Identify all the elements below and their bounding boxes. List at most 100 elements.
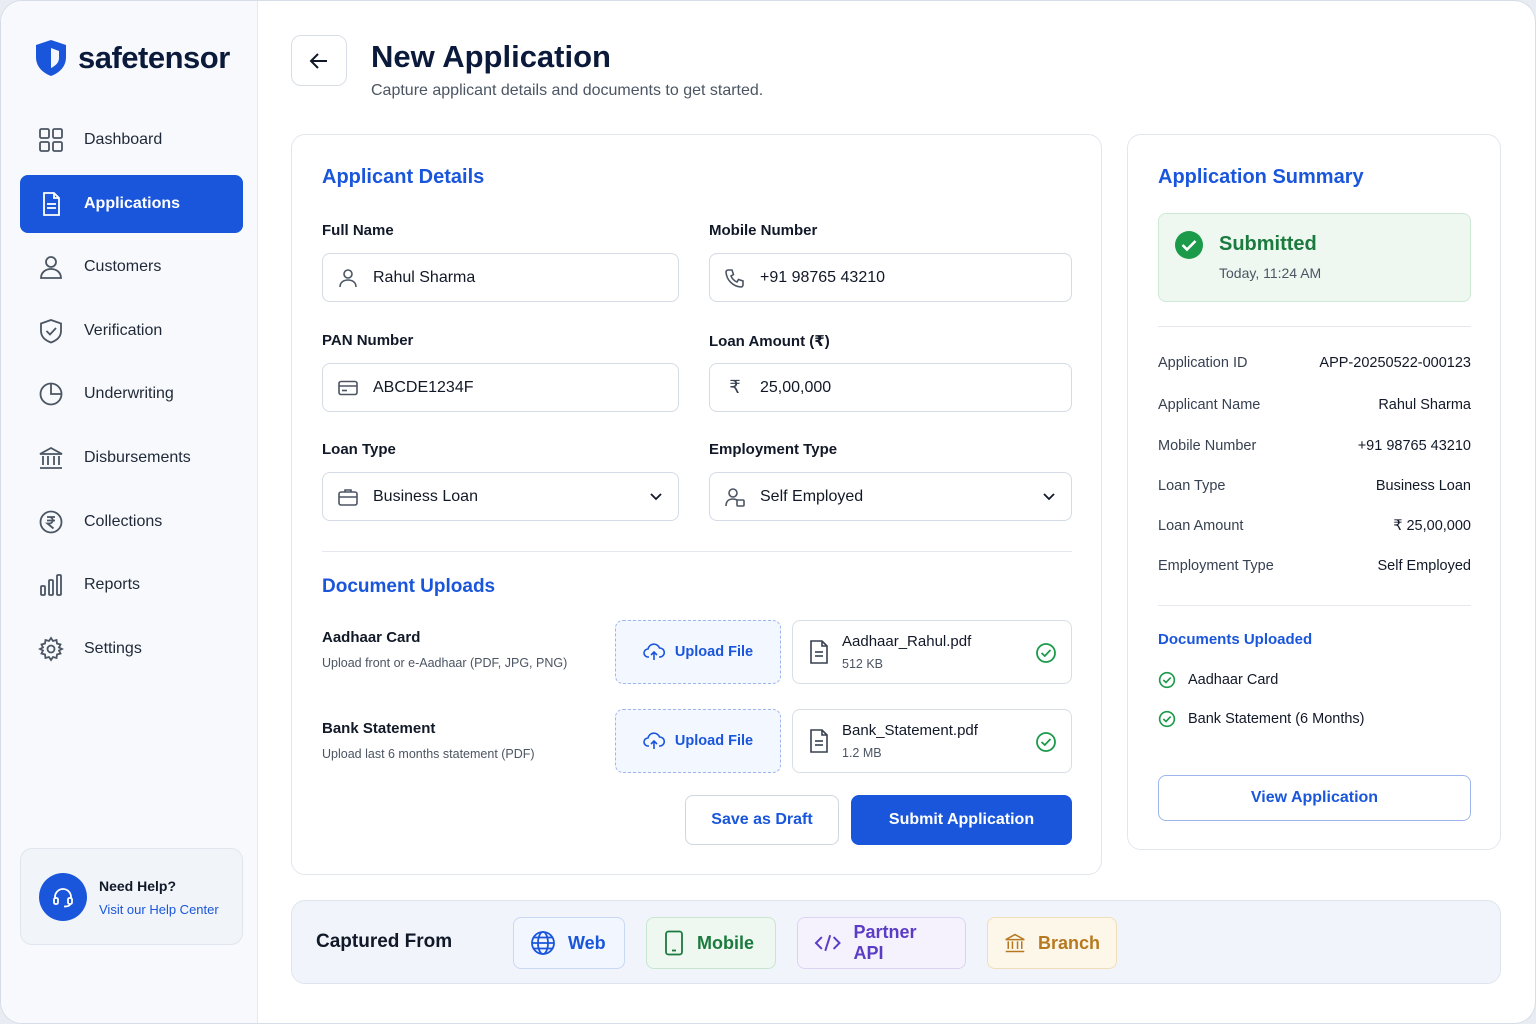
aadhaar-file-size: 512 KB (842, 657, 884, 671)
code-icon (814, 934, 841, 952)
application-form-card: Applicant Details Full Name Rahul Sharma… (291, 134, 1102, 875)
summary-key: Loan Amount (1158, 518, 1244, 534)
employment-type-label: Employment Type (709, 441, 838, 458)
shield-check-icon (40, 318, 62, 344)
channel-label: Mobile (697, 932, 754, 953)
sidebar-item-dashboard[interactable]: Dashboard (20, 111, 243, 169)
summary-row: Loan Amount ₹ 25,00,000 (1158, 518, 1471, 538)
loan-type-select[interactable]: Business Loan (322, 472, 679, 521)
aadhaar-upload-button[interactable]: Upload File (615, 620, 781, 684)
check-circle-icon (1036, 643, 1056, 663)
shield-logo-icon (36, 40, 66, 76)
aadhaar-file-card[interactable]: Aadhaar_Rahul.pdf 512 KB (792, 620, 1072, 684)
mobile-number-field[interactable]: +91 98765 43210 (709, 253, 1072, 302)
sidebar-item-label: Applications (84, 194, 181, 212)
bank-statement-hint: Upload last 6 months statement (PDF) (322, 747, 535, 761)
status-time: Today, 11:24 AM (1219, 265, 1322, 281)
mobile-number-value: +91 98765 43210 (760, 268, 886, 286)
sidebar-item-applications[interactable]: Applications (20, 174, 243, 233)
loan-type-label: Loan Type (322, 441, 396, 458)
summary-row: Employment Type Self Employed (1158, 558, 1471, 578)
help-card[interactable]: Need Help? Visit our Help Center (20, 848, 243, 945)
channel-branch-chip[interactable]: Branch (987, 917, 1117, 969)
captured-from-label: Captured From (316, 931, 453, 952)
summary-key: Employment Type (1158, 558, 1274, 574)
section-divider (322, 551, 1072, 552)
summary-key: Applicant Name (1158, 397, 1261, 413)
sidebar-nav: Dashboard Applications Customers Verific… (20, 111, 243, 683)
summary-value: ₹ 25,00,000 (1393, 518, 1471, 534)
globe-icon (531, 931, 555, 955)
loan-amount-field[interactable]: ₹ 25,00,000 (709, 363, 1072, 412)
full-name-field[interactable]: Rahul Sharma (322, 253, 679, 302)
check-circle-icon (1036, 732, 1056, 752)
cloud-upload-icon (643, 732, 665, 749)
upload-label: Upload File (674, 733, 754, 749)
sidebar: safetensor Dashboard Applications Custom… (1, 1, 258, 1023)
loan-amount-label: Loan Amount (₹) (709, 333, 830, 350)
bank-statement-upload-button[interactable]: Upload File (615, 709, 781, 773)
sidebar-item-settings[interactable]: Settings (20, 620, 243, 678)
channel-label: Branch (1037, 932, 1100, 953)
application-summary-card: Application Summary Submitted Today, 11:… (1127, 134, 1501, 850)
channel-partner-api-chip[interactable]: Partner API (797, 917, 966, 969)
sidebar-item-disbursements[interactable]: Disbursements (20, 429, 243, 487)
sidebar-item-reports[interactable]: Reports (20, 556, 243, 614)
sidebar-item-underwriting[interactable]: Underwriting (20, 365, 243, 423)
help-title: Need Help? (99, 878, 177, 894)
pan-number-field[interactable]: ABCDE1234F (322, 363, 679, 412)
check-circle-icon (1158, 671, 1176, 689)
file-icon (810, 640, 828, 664)
check-circle-filled-icon (1175, 231, 1203, 259)
sidebar-item-label: Underwriting (84, 385, 174, 403)
document-icon (43, 191, 60, 216)
rupee-icon: ₹ (729, 377, 741, 397)
employment-type-value: Self Employed (760, 487, 864, 505)
submit-application-button[interactable]: Submit Application (851, 795, 1072, 845)
summary-divider (1158, 326, 1471, 327)
documents-uploaded-title: Documents Uploaded (1158, 631, 1313, 648)
file-icon (810, 729, 828, 753)
grid-icon (39, 128, 63, 152)
bar-chart-icon (40, 574, 62, 597)
summary-row: Loan Type Business Loan (1158, 478, 1471, 498)
aadhaar-file-name: Aadhaar_Rahul.pdf (842, 633, 972, 650)
captured-from-bar: Captured From Web Mobile Partner API Bra… (291, 900, 1501, 984)
cloud-upload-icon (643, 643, 665, 660)
bank-statement-file-name: Bank_Statement.pdf (842, 722, 978, 739)
bank-statement-file-card[interactable]: Bank_Statement.pdf 1.2 MB (792, 709, 1072, 773)
help-center-link[interactable]: Visit our Help Center (99, 902, 219, 917)
back-button[interactable] (291, 35, 347, 86)
bank-icon (1005, 933, 1025, 953)
user-icon (40, 256, 62, 280)
summary-value: +91 98765 43210 (1357, 438, 1471, 454)
sidebar-item-label: Reports (84, 576, 141, 594)
chevron-down-icon (1043, 493, 1055, 501)
user-badge-icon (725, 487, 745, 507)
view-application-button[interactable]: View Application (1158, 775, 1471, 821)
sidebar-item-customers[interactable]: Customers (20, 238, 243, 296)
save-draft-button[interactable]: Save as Draft (685, 795, 839, 845)
loan-type-value: Business Loan (373, 487, 478, 505)
app-window: safetensor Dashboard Applications Custom… (0, 0, 1536, 1024)
uploaded-document-item: Bank Statement (6 Months) (1158, 710, 1365, 728)
brand-logo[interactable]: safetensor (34, 39, 230, 77)
rupee-circle-icon (39, 510, 63, 533)
summary-value: APP-20250522-000123 (1319, 355, 1471, 371)
uploaded-document-label: Aadhaar Card (1188, 672, 1279, 688)
sidebar-item-verification[interactable]: Verification (20, 302, 243, 360)
briefcase-icon (338, 488, 358, 506)
gear-icon (38, 636, 64, 662)
channel-web-chip[interactable]: Web (513, 917, 625, 969)
employment-type-select[interactable]: Self Employed (709, 472, 1072, 521)
summary-value: Rahul Sharma (1378, 397, 1471, 413)
upload-label: Upload File (674, 644, 754, 660)
sidebar-item-collections[interactable]: Collections (20, 493, 243, 551)
summary-divider (1158, 605, 1471, 606)
applicant-details-title: Applicant Details (322, 166, 485, 188)
pie-chart-icon (39, 382, 63, 406)
page-subtitle: Capture applicant details and documents … (371, 82, 764, 99)
summary-value: Self Employed (1377, 558, 1472, 574)
channel-mobile-chip[interactable]: Mobile (646, 917, 776, 969)
mobile-icon (665, 930, 683, 956)
